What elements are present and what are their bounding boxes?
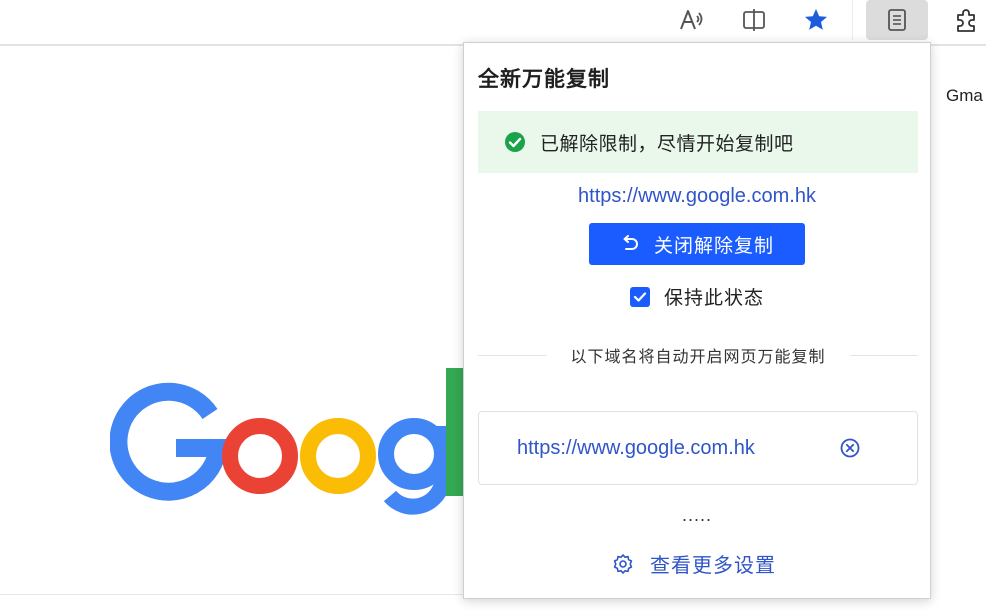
gmail-link[interactable]: Gma bbox=[946, 86, 983, 106]
page-divider bbox=[0, 594, 470, 595]
favorite-star-icon[interactable] bbox=[798, 4, 834, 36]
separator-line bbox=[849, 354, 919, 356]
checkmark-icon bbox=[633, 291, 647, 302]
alert-text: 已解除限制，尽情开始复制吧 bbox=[540, 133, 794, 155]
keep-state-checkbox[interactable] bbox=[630, 286, 650, 307]
separator-text: 以下域名将自动开启网页万能复制 bbox=[570, 349, 826, 366]
toolbar-divider bbox=[852, 0, 853, 40]
close-unlock-copy-label: 关闭解除复制 bbox=[653, 235, 774, 257]
domain-url: https://www.google.com.hk bbox=[517, 436, 755, 459]
close-unlock-copy-button[interactable]: 关闭解除复制 bbox=[589, 223, 805, 265]
keep-state-label: 保持此状态 bbox=[664, 288, 765, 309]
copy-extension-popup: 全新万能复制 已解除限制，尽情开始复制吧 https://www.google.… bbox=[463, 42, 931, 599]
extension-reader-icon[interactable] bbox=[866, 0, 928, 40]
read-aloud-icon[interactable] bbox=[674, 4, 710, 36]
auto-domains-separator: 以下域名将自动开启网页万能复制 bbox=[478, 343, 919, 367]
success-alert: 已解除限制，尽情开始复制吧 bbox=[478, 111, 918, 173]
undo-icon bbox=[623, 235, 638, 250]
more-domains-indicator: ..... bbox=[681, 505, 712, 525]
popup-title: 全新万能复制 bbox=[478, 68, 610, 91]
more-settings-link[interactable]: 查看更多设置 bbox=[612, 549, 776, 578]
check-circle-icon bbox=[505, 132, 525, 152]
domain-list-item: https://www.google.com.hk bbox=[478, 411, 918, 485]
split-screen-icon[interactable] bbox=[736, 4, 772, 36]
extensions-puzzle-icon[interactable] bbox=[948, 4, 984, 36]
browser-toolbar bbox=[0, 0, 986, 46]
more-settings-label: 查看更多设置 bbox=[650, 555, 776, 577]
current-url: https://www.google.com.hk bbox=[578, 185, 816, 207]
separator-line bbox=[478, 354, 547, 356]
google-logo bbox=[110, 368, 464, 515]
remove-circle-icon[interactable] bbox=[839, 437, 861, 459]
keep-state-option[interactable]: 保持此状态 bbox=[630, 283, 764, 310]
gear-icon bbox=[613, 553, 633, 574]
